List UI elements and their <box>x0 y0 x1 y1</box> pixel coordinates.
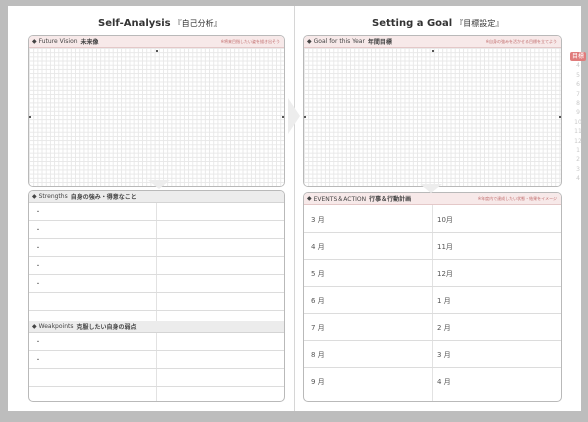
bullet: ・ <box>35 209 42 216</box>
month-cell[interactable]: 5 月 <box>311 269 325 279</box>
strengths-label: Strengths <box>38 193 68 200</box>
bullet: ・ <box>35 227 42 234</box>
month-cell[interactable]: 3 月 <box>311 215 325 225</box>
month-row-line <box>304 259 561 260</box>
month-row-line <box>304 232 561 233</box>
month-cell[interactable]: 2 月 <box>437 323 451 333</box>
bullet: ・ <box>35 245 42 252</box>
weakpoints-label: Weakpoints <box>38 323 74 330</box>
weakpoint-row[interactable] <box>29 369 284 387</box>
flow-arrow-icon <box>288 98 300 134</box>
events-label-jp: 行事＆行動計画 <box>369 196 412 203</box>
month-cell[interactable]: 7 月 <box>311 323 325 333</box>
right-page-title-jp: 『目標設定』 <box>455 19 504 28</box>
events-action-box: ◆ EVENTS＆ACTION 行事＆行動計画 ※年度内で達成したい状態・結果を… <box>303 192 562 402</box>
strength-row[interactable]: ・ <box>29 257 284 275</box>
strengths-label-jp: 自身の強み・得意なこと <box>70 194 137 201</box>
future-vision-label-jp: 未来像 <box>80 39 99 46</box>
future-vision-header: ◆ Future Vision 未来像 ※将来目指したい姿を描き出そう <box>29 36 284 48</box>
events-label: EVENTS＆ACTION <box>313 196 367 203</box>
events-note: ※年度内で達成したい状態・結果をイメージ <box>477 195 557 201</box>
month-index-tabs: 目標 4 5 6 7 8 9 10 11 12 1 2 3 4 <box>570 52 586 183</box>
weakpoint-row[interactable]: ・ <box>29 351 284 369</box>
weakpoints-label-jp: 克服したい自身の弱点 <box>76 324 137 331</box>
bullet: ・ <box>35 263 42 270</box>
month-cell[interactable]: 9 月 <box>311 377 325 387</box>
center-mark <box>559 116 561 118</box>
strengths-weakpoints-box: ◆ Strengths 自身の強み・得意なこと ・ ・ ・ ・ ・ ◆ Weak… <box>28 190 285 402</box>
right-page-title-en: Setting a Goal <box>372 18 453 29</box>
left-page-title-en: Self-Analysis <box>98 18 171 29</box>
tab-month[interactable]: 10 <box>570 118 586 127</box>
center-gutter <box>294 6 295 411</box>
bullet: ・ <box>35 357 42 364</box>
center-mark <box>432 50 434 52</box>
month-row-line <box>304 367 561 368</box>
tab-month[interactable]: 7 <box>570 90 586 99</box>
goal-note: ※自身の強みを活かせる目標を立てよう <box>485 38 557 44</box>
diamond-icon: ◆ <box>307 195 312 202</box>
future-vision-box[interactable]: ◆ Future Vision 未来像 ※将来目指したい姿を描き出そう <box>28 35 285 187</box>
month-cell[interactable]: 8 月 <box>311 350 325 360</box>
goal-header: ◆ Goal for this Year 年間目標 ※自身の強みを活かせる目標を… <box>304 36 561 48</box>
diamond-icon: ◆ <box>307 38 312 45</box>
notebook-spread: Self-Analysis 『自己分析』 ◆ Future Vision 未来像 … <box>8 6 586 411</box>
goal-grid <box>304 48 561 186</box>
strength-row[interactable]: ・ <box>29 239 284 257</box>
future-vision-note: ※将来目指したい姿を描き出そう <box>220 38 280 44</box>
goal-label: Goal for this Year <box>313 38 365 45</box>
diamond-icon: ◆ <box>32 193 37 200</box>
center-mark <box>304 116 306 118</box>
tab-month[interactable]: 5 <box>570 71 586 80</box>
bullet: ・ <box>35 281 42 288</box>
month-cell[interactable]: 6 月 <box>311 296 325 306</box>
goal-box[interactable]: ◆ Goal for this Year 年間目標 ※自身の強みを活かせる目標を… <box>303 35 562 187</box>
tab-month[interactable]: 3 <box>570 165 586 174</box>
tab-month[interactable]: 8 <box>570 99 586 108</box>
column-divider <box>432 205 433 401</box>
center-mark <box>282 116 284 118</box>
diamond-icon: ◆ <box>32 323 37 330</box>
bullet: ・ <box>35 339 42 346</box>
tab-month[interactable]: 4 <box>570 61 586 70</box>
tab-month[interactable]: 4 <box>570 174 586 183</box>
strength-row[interactable]: ・ <box>29 275 284 293</box>
tab-month[interactable]: 9 <box>570 108 586 117</box>
month-cell[interactable]: 3 月 <box>437 350 451 360</box>
weakpoints-header: ◆ Weakpoints 克服したい自身の弱点 <box>29 321 284 333</box>
month-row-line <box>304 313 561 314</box>
right-page-title: Setting a Goal 『目標設定』 <box>372 18 503 29</box>
weakpoint-row[interactable]: ・ <box>29 333 284 351</box>
month-cell[interactable]: 11月 <box>437 242 453 252</box>
down-arrow-icon <box>420 184 442 193</box>
tab-month[interactable]: 2 <box>570 155 586 164</box>
month-cell[interactable]: 4 月 <box>437 377 451 387</box>
left-page-title-jp: 『自己分析』 <box>173 19 222 28</box>
strength-row[interactable]: ・ <box>29 203 284 221</box>
month-row-line <box>304 340 561 341</box>
month-cell[interactable]: 4 月 <box>311 242 325 252</box>
future-vision-grid <box>29 48 284 186</box>
events-header: ◆ EVENTS＆ACTION 行事＆行動計画 ※年度内で達成したい状態・結果を… <box>304 193 561 205</box>
tab-month[interactable]: 6 <box>570 80 586 89</box>
tab-month[interactable]: 12 <box>570 137 586 146</box>
strengths-header: ◆ Strengths 自身の強み・得意なこと <box>29 191 284 203</box>
month-cell[interactable]: 12月 <box>437 269 453 279</box>
future-vision-label: Future Vision <box>38 38 78 45</box>
tab-month[interactable]: 1 <box>570 146 586 155</box>
month-cell[interactable]: 10月 <box>437 215 453 225</box>
month-row-line <box>304 286 561 287</box>
center-mark <box>156 50 158 52</box>
strength-row[interactable]: ・ <box>29 221 284 239</box>
down-arrow-icon <box>148 180 170 189</box>
diamond-icon: ◆ <box>32 38 37 45</box>
strength-row[interactable] <box>29 293 284 311</box>
tab-goal[interactable]: 目標 <box>570 52 586 62</box>
center-mark <box>29 116 31 118</box>
left-page-title: Self-Analysis 『自己分析』 <box>98 18 222 29</box>
tab-month[interactable]: 11 <box>570 127 586 136</box>
month-cell[interactable]: 1 月 <box>437 296 451 306</box>
goal-label-jp: 年間目標 <box>367 39 392 46</box>
